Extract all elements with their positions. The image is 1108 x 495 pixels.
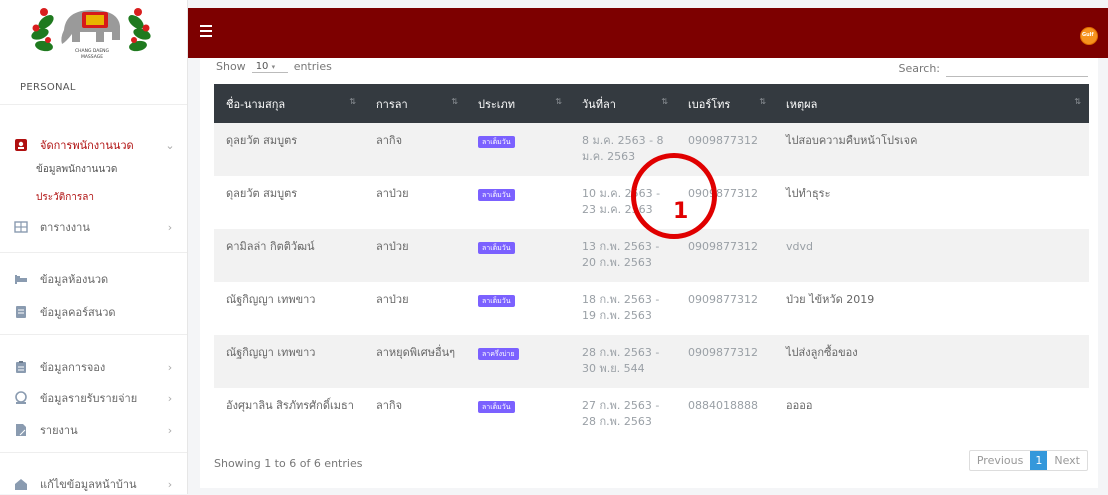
previous-page-button[interactable]: Previous xyxy=(970,451,1031,470)
entries-select[interactable]: 10 ▾ xyxy=(251,61,288,73)
sort-icon: ⇅ xyxy=(349,97,356,106)
list-icon xyxy=(14,305,28,319)
sidebar-item-reports[interactable]: รายงาน › xyxy=(0,419,187,441)
person-badge-icon xyxy=(14,138,28,152)
column-header-reason[interactable]: เหตุผล ⇅ xyxy=(774,84,1089,123)
sidebar-divider xyxy=(0,452,187,453)
search-input[interactable] xyxy=(946,60,1088,77)
search-label: Search: xyxy=(898,62,941,75)
sort-icon: ⇅ xyxy=(661,97,668,106)
sidebar-item-label: ข้อมูลคอร์สนวด xyxy=(40,306,116,319)
leave-history-card: Show 10 ▾ entries Search: ชื่อ-นามสกุล ⇅ … xyxy=(200,58,1098,488)
leave-type-badge: ลาเต็มวัน xyxy=(478,189,515,201)
leave-table: ชื่อ-นามสกุล ⇅ การลา ⇅ ประเภท ⇅ วันที่ลา ⇅ เ… xyxy=(214,84,1089,441)
annotation-circle xyxy=(631,153,717,239)
sidebar-subitem-leave-history[interactable]: ประวัติการลา xyxy=(36,190,94,205)
column-header-name[interactable]: ชื่อ-นามสกุล ⇅ xyxy=(214,84,364,123)
chevron-right-icon: › xyxy=(167,477,173,491)
sidebar: CHANG DAENG MASSAGE PERSONAL จัดการพนักง… xyxy=(0,0,188,494)
chevron-right-icon: › xyxy=(167,391,173,405)
bed-icon xyxy=(14,272,28,286)
sidebar-item-label: แก้ไขข้อมูลหน้าบ้าน xyxy=(40,478,137,491)
hamburger-icon[interactable] xyxy=(200,25,212,39)
sidebar-item-label: ข้อมูลการจอง xyxy=(40,361,106,374)
leave-type-badge: ลาเต็มวัน xyxy=(478,295,515,307)
clipboard-icon xyxy=(14,360,28,374)
sort-icon: ⇅ xyxy=(555,97,562,106)
svg-text:MASSAGE: MASSAGE xyxy=(81,54,103,60)
entries-length-control: Show 10 ▾ entries xyxy=(216,60,332,73)
sidebar-item-label: ตารางงาน xyxy=(40,221,90,234)
table-row: ณัฐกิญญา เทพขาว ลาป่วย ลาเต็มวัน 18 ก.พ.… xyxy=(226,293,875,322)
user-avatar[interactable]: Gulf xyxy=(1080,27,1098,45)
table-row: อังศุมาลิน สิรภัทรศักดิ์เมธา ลากิจ ลาเต็… xyxy=(226,399,813,428)
sidebar-subitem-staff-info[interactable]: ข้อมูลพนักงานนวด xyxy=(36,162,117,177)
sidebar-item-rooms[interactable]: ข้อมูลห้องนวด xyxy=(0,268,187,290)
sidebar-item-courses[interactable]: ข้อมูลคอร์สนวด xyxy=(0,301,187,323)
chevron-right-icon: › xyxy=(167,360,173,374)
column-header-leave[interactable]: การลา ⇅ xyxy=(364,84,466,123)
sidebar-divider xyxy=(0,252,187,253)
sidebar-item-finance[interactable]: ข้อมูลรายรับรายจ่าย › xyxy=(0,387,187,409)
sidebar-item-schedule[interactable]: ตารางงาน › xyxy=(0,216,187,238)
sort-icon: ⇅ xyxy=(1074,97,1081,106)
sidebar-divider xyxy=(0,104,187,105)
search-control: Search: xyxy=(898,60,1088,77)
sidebar-item-label: รายงาน xyxy=(40,424,78,437)
svg-text:CHANG DAENG: CHANG DAENG xyxy=(75,48,110,54)
report-icon xyxy=(14,423,28,437)
table-row: ณัฐกิญญา เทพขาว ลาหยุดพิเศษอื่นๆ ลาครึ่ง… xyxy=(214,335,1089,388)
leave-type-badge: ลาเต็มวัน xyxy=(478,136,515,148)
sort-icon: ⇅ xyxy=(451,97,458,106)
table-header: ชื่อ-นามสกุล ⇅ การลา ⇅ ประเภท ⇅ วันที่ลา ⇅ เ… xyxy=(214,84,1089,123)
sidebar-item-label: จัดการพนักงานนวด xyxy=(40,139,134,152)
show-label: Show xyxy=(216,60,246,73)
sidebar-item-label: ข้อมูลรายรับรายจ่าย xyxy=(40,392,138,405)
table-info: Showing 1 to 6 of 6 entries xyxy=(214,457,363,470)
chevron-down-icon: ⌄ xyxy=(165,138,175,152)
chang-daeng-logo[interactable]: CHANG DAENG MASSAGE xyxy=(0,0,187,62)
chevron-right-icon: › xyxy=(167,423,173,437)
calendar-grid-icon xyxy=(14,220,28,234)
sidebar-item-bookings[interactable]: ข้อมูลการจอง › xyxy=(0,356,187,378)
sort-icon: ⇅ xyxy=(759,97,766,106)
next-page-button[interactable]: Next xyxy=(1047,451,1087,470)
sidebar-divider xyxy=(0,334,187,335)
sidebar-item-label: ข้อมูลห้องนวด xyxy=(40,273,109,286)
leave-type-badge: ลาเต็มวัน xyxy=(478,242,515,254)
pagination: Previous 1 Next xyxy=(968,450,1088,471)
column-header-phone[interactable]: เบอร์โทร ⇅ xyxy=(676,84,774,123)
home-icon xyxy=(14,477,28,491)
column-header-date[interactable]: วันที่ลา ⇅ xyxy=(570,84,676,123)
entries-label: entries xyxy=(293,60,332,73)
chevron-right-icon: › xyxy=(167,220,173,234)
leave-type-badge: ลาเต็มวัน xyxy=(478,401,515,413)
leave-type-badge: ลาครึ่งบ่าย xyxy=(478,348,519,360)
sidebar-section-title: PERSONAL xyxy=(20,82,76,93)
column-header-type[interactable]: ประเภท ⇅ xyxy=(466,84,570,123)
page-1-button[interactable]: 1 xyxy=(1030,451,1048,470)
top-navbar: Gulf xyxy=(188,8,1108,58)
annotation-number: 1 xyxy=(673,199,689,224)
table-row: คามิลล่า กิตติวัฒน์ ลาป่วย ลาเต็มวัน 13 … xyxy=(214,229,1089,282)
money-icon xyxy=(14,391,28,405)
sidebar-item-staff[interactable]: จัดการพนักงานนวด ⌄ xyxy=(0,134,187,156)
sidebar-item-frontend[interactable]: แก้ไขข้อมูลหน้าบ้าน › xyxy=(0,473,187,495)
